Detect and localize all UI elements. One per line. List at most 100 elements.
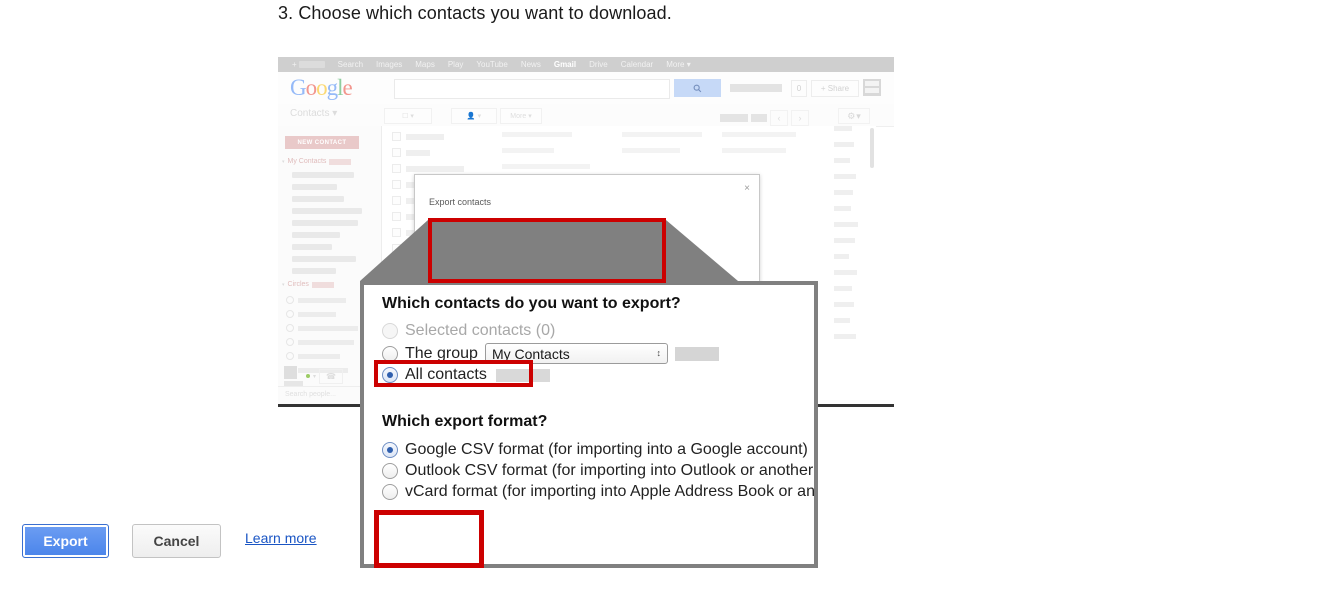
- all-count-blur: [475, 265, 502, 272]
- list-item[interactable]: [292, 220, 358, 226]
- magnified-dialog-view: Which contacts do you want to export? Se…: [360, 281, 818, 568]
- nav-link-news[interactable]: News: [521, 60, 541, 69]
- person-add-icon: 👤: [466, 113, 476, 120]
- table-row: [622, 148, 680, 153]
- radio-selected-contacts: Selected contacts (0): [382, 322, 555, 340]
- table-row: [502, 132, 572, 137]
- radio-icon: [382, 484, 398, 500]
- radio-icon: [382, 463, 398, 479]
- google-nav-links: + Search Images Maps Play YouTube News G…: [278, 57, 691, 72]
- google-search-button[interactable]: [674, 79, 721, 97]
- account-avatar[interactable]: [284, 366, 303, 386]
- list-item[interactable]: [292, 256, 356, 262]
- table-row: [502, 148, 554, 153]
- share-button[interactable]: + Share: [811, 80, 859, 97]
- notification-count[interactable]: 0: [791, 80, 807, 97]
- sidebar-my-contacts-items: [292, 172, 364, 280]
- radio-outlook-csv[interactable]: Outlook CSV format (for importing into O…: [382, 462, 813, 480]
- radio-the-group[interactable]: The group My Contacts ↕: [382, 343, 719, 364]
- contacts-right-column: [834, 126, 868, 350]
- nav-link-calendar[interactable]: Calendar: [621, 60, 653, 69]
- nav-link-search[interactable]: Search: [338, 60, 363, 69]
- phone-icon[interactable]: ☎: [319, 368, 344, 384]
- checkbox-icon: ☐: [402, 113, 409, 120]
- search-icon: [693, 84, 702, 92]
- google-search-input[interactable]: [394, 79, 670, 99]
- radio-google-csv[interactable]: Google CSV format (for importing into a …: [382, 441, 808, 459]
- cancel-button[interactable]: Cancel: [132, 524, 221, 558]
- select-all-dropdown[interactable]: ☐ ▾: [384, 108, 432, 124]
- prev-page-button[interactable]: ‹: [770, 110, 788, 126]
- nav-link-drive[interactable]: Drive: [589, 60, 608, 69]
- pager-total-blur: [751, 114, 767, 122]
- pager: ‹ ›: [720, 110, 809, 126]
- table-row: [722, 148, 786, 153]
- chevron-updown-icon: ↕: [656, 348, 661, 358]
- nav-link-maps[interactable]: Maps: [415, 60, 435, 69]
- contacts-title[interactable]: Contacts ▾: [290, 108, 337, 119]
- dialog-question-contacts: Which contacts do you want to export?: [429, 225, 560, 232]
- radio-all-contacts[interactable]: All contacts: [382, 366, 550, 384]
- table-row[interactable]: [392, 164, 464, 173]
- pager-range-blur: [720, 114, 748, 122]
- sidebar-account-footer: ▾ ☎: [284, 366, 344, 386]
- radio-selected-contacts-small: Selected contacts (0): [427, 239, 503, 246]
- gear-icon: ⚙: [847, 110, 856, 121]
- account-name-blur: [730, 84, 782, 92]
- settings-gear-button[interactable]: ⚙ ▾: [838, 108, 870, 124]
- group-select-small[interactable]: My Contacts ↕: [471, 251, 594, 261]
- dialog-title: Export contacts: [429, 197, 492, 207]
- radio-all-contacts-small[interactable]: All contacts: [427, 265, 502, 272]
- contacts-toolbar: Contacts ▾ ☐ ▾ 👤 ▾ More ▾ ‹ › ⚙ ▾: [278, 104, 894, 127]
- google-plus-name-blur: [298, 61, 325, 69]
- radio-the-group-small[interactable]: The group My Contacts ↕: [427, 251, 627, 261]
- table-row[interactable]: [392, 132, 444, 141]
- new-contact-button[interactable]: NEW CONTACT: [285, 136, 359, 149]
- list-item[interactable]: [292, 184, 337, 190]
- sidebar-group-circles[interactable]: ▾ Circles: [282, 281, 334, 288]
- radio-icon: [382, 323, 398, 339]
- nav-link-play[interactable]: Play: [448, 60, 464, 69]
- avatar[interactable]: [863, 79, 881, 96]
- list-item[interactable]: [292, 196, 344, 202]
- list-item[interactable]: [292, 172, 354, 178]
- count-blur: [329, 158, 352, 165]
- sidebar-item-label: Circles: [287, 281, 309, 288]
- add-person-dropdown[interactable]: 👤 ▾: [451, 108, 497, 124]
- step-caption: 3. Choose which contacts you want to dow…: [278, 3, 672, 23]
- sidebar-group-my-contacts[interactable]: ▾ My Contacts: [282, 158, 352, 165]
- export-button[interactable]: Export: [22, 524, 109, 558]
- radio-vcard[interactable]: vCard format (for importing into Apple A…: [382, 483, 814, 501]
- google-logo: Google: [290, 75, 353, 100]
- online-status-dot: [306, 374, 310, 378]
- learn-more-link[interactable]: Learn more: [245, 530, 317, 546]
- list-item[interactable]: [292, 244, 332, 250]
- list-item[interactable]: [292, 208, 362, 214]
- magnified-question-contacts: Which contacts do you want to export?: [382, 295, 681, 312]
- group-select[interactable]: My Contacts ↕: [484, 343, 668, 364]
- radio-icon: [382, 345, 398, 362]
- group-select-value: My Contacts: [491, 345, 570, 362]
- count-blur: [311, 281, 334, 288]
- close-icon[interactable]: ×: [744, 183, 750, 194]
- nav-link-images[interactable]: Images: [376, 60, 402, 69]
- group-count-blur: [596, 253, 627, 259]
- more-dropdown[interactable]: More ▾: [500, 108, 542, 124]
- table-row[interactable]: [392, 148, 430, 157]
- nav-link-youtube[interactable]: YouTube: [476, 60, 507, 69]
- nav-link-more[interactable]: More ▾: [666, 60, 690, 69]
- status-caret[interactable]: ▾: [313, 373, 316, 380]
- nav-link-gmail[interactable]: Gmail: [554, 60, 576, 69]
- next-page-button[interactable]: ›: [791, 110, 809, 126]
- list-item[interactable]: [292, 268, 336, 274]
- contacts-scrollbar[interactable]: [870, 128, 874, 168]
- all-count-blur: [495, 368, 550, 382]
- list-item[interactable]: [292, 232, 340, 238]
- radio-icon: [382, 442, 398, 458]
- export-contacts-dialog-small: × Export contacts Which contacts do you …: [414, 174, 760, 288]
- radio-icon: [427, 252, 434, 260]
- radio-icon: [427, 265, 434, 272]
- google-plus-link[interactable]: +: [292, 60, 325, 69]
- radio-icon: [382, 367, 398, 383]
- table-row: [502, 164, 590, 169]
